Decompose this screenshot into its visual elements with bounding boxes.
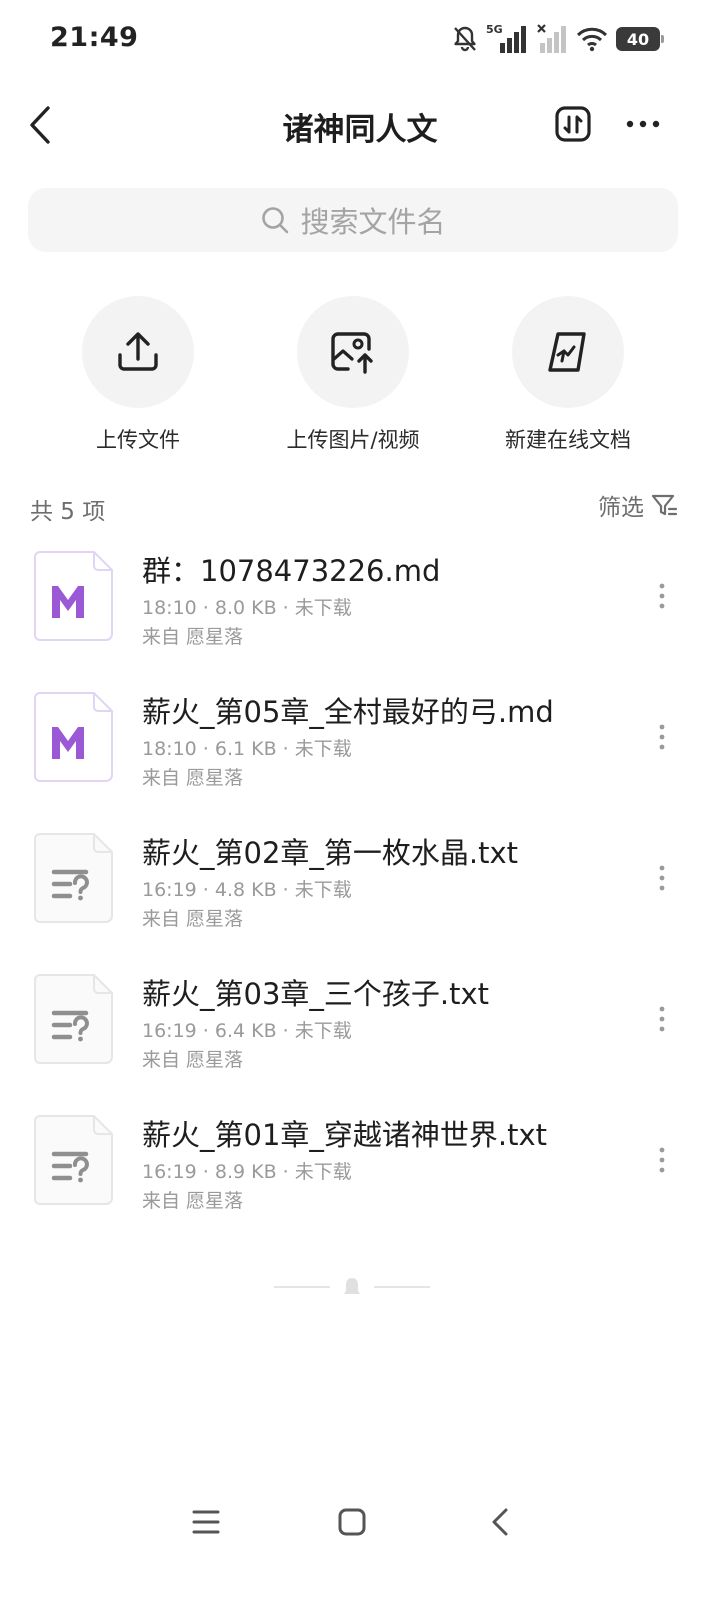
- filter-button[interactable]: 筛选: [598, 488, 678, 522]
- wifi-icon: [576, 27, 608, 52]
- signal-5g-icon: 5G: [486, 23, 526, 53]
- nav-back-button[interactable]: [480, 1502, 520, 1542]
- more-vertical-icon: [659, 865, 665, 891]
- upload-icon: [118, 332, 158, 371]
- more-vertical-icon: [659, 583, 665, 609]
- file-more-button[interactable]: [650, 578, 674, 614]
- file-meta: 16:19 · 4.8 KB · 未下载: [142, 879, 352, 901]
- text-file-icon: [34, 1115, 113, 1205]
- status-icons: 5G 40: [452, 22, 664, 56]
- signal-no-service-icon: [537, 24, 566, 53]
- file-name: 薪火_第01章_穿越诸神世界.txt: [142, 1118, 548, 1152]
- file-row[interactable]: 薪火_第02章_第一枚水晶.txt 16:19 · 4.8 KB · 未下载 来…: [0, 822, 720, 963]
- filter-icon: [651, 494, 678, 516]
- file-source: 来自 愿星落: [142, 626, 244, 648]
- file-meta: 16:19 · 6.4 KB · 未下载: [142, 1020, 352, 1042]
- page-title: 诸神同人文: [282, 112, 438, 148]
- status-time: 21:49: [50, 22, 139, 53]
- system-nav-bar: [0, 1490, 720, 1554]
- file-row[interactable]: 薪火_第05章_全村最好的弓.md 18:10 · 6.1 KB · 未下载 来…: [0, 681, 720, 822]
- bell-muted-icon: [454, 26, 476, 52]
- search-input[interactable]: 搜索文件名: [28, 188, 678, 252]
- nav-home-button[interactable]: [332, 1502, 372, 1542]
- file-more-button[interactable]: [650, 1001, 674, 1037]
- sort-icon: [555, 106, 591, 142]
- nav-back-icon: [492, 1508, 508, 1536]
- file-name: 薪火_第05章_全村最好的弓.md: [142, 695, 554, 729]
- file-row[interactable]: 群：1078473226.md 18:10 · 8.0 KB · 未下载 来自 …: [0, 540, 720, 681]
- list-header: 共 5 项 筛选: [30, 488, 678, 525]
- home-square-icon: [338, 1508, 366, 1536]
- file-name: 群：1078473226.md: [142, 554, 441, 588]
- file-list: 群：1078473226.md 18:10 · 8.0 KB · 未下载 来自 …: [0, 540, 720, 1245]
- text-file-icon: [34, 833, 113, 923]
- file-name: 薪火_第03章_三个孩子.txt: [142, 977, 490, 1011]
- file-count: 共 5 项: [30, 499, 106, 525]
- file-meta: 18:10 · 8.0 KB · 未下载: [142, 597, 352, 619]
- file-meta: 18:10 · 6.1 KB · 未下载: [142, 738, 352, 760]
- search-placeholder: 搜索文件名: [300, 205, 446, 239]
- search-icon: [262, 207, 289, 234]
- file-source: 来自 愿星落: [142, 1190, 244, 1212]
- file-row[interactable]: 薪火_第03章_三个孩子.txt 16:19 · 6.4 KB · 未下载 来自…: [0, 963, 720, 1104]
- file-source: 来自 愿星落: [142, 767, 244, 789]
- battery-level: 40: [626, 29, 650, 49]
- battery-indicator: 40: [616, 27, 664, 51]
- markdown-file-icon: [34, 692, 113, 782]
- menu-icon: [192, 1510, 220, 1534]
- file-meta: 16:19 · 8.9 KB · 未下载: [142, 1161, 352, 1183]
- file-row[interactable]: 薪火_第01章_穿越诸神世界.txt 16:19 · 8.9 KB · 未下载 …: [0, 1104, 720, 1245]
- more-vertical-icon: [659, 1147, 665, 1173]
- nav-menu-button[interactable]: [186, 1502, 226, 1542]
- filter-label: 筛选: [598, 495, 644, 521]
- new-doc-icon: [548, 332, 586, 372]
- text-file-icon: [34, 974, 113, 1064]
- image-upload-icon: [331, 332, 373, 374]
- upload-file-label: 上传文件: [96, 428, 180, 452]
- file-more-button[interactable]: [650, 1142, 674, 1178]
- markdown-file-icon: [34, 551, 113, 641]
- file-source: 来自 愿星落: [142, 1049, 244, 1071]
- upload-file-button[interactable]: 上传文件: [38, 296, 238, 454]
- file-source: 来自 愿星落: [142, 908, 244, 930]
- chevron-left-icon: [30, 106, 50, 144]
- back-button[interactable]: [20, 102, 60, 148]
- network-label: 5G: [486, 23, 503, 36]
- new-online-doc-button[interactable]: 新建在线文档: [468, 296, 668, 454]
- more-vertical-icon: [659, 724, 665, 750]
- file-name: 薪火_第02章_第一枚水晶.txt: [142, 836, 519, 870]
- status-bar: 21:49 5G 40: [0, 0, 720, 78]
- more-options-button[interactable]: [620, 105, 666, 143]
- quick-actions: 上传文件 上传图片/视频 新建在线文档: [0, 296, 720, 456]
- upload-media-button[interactable]: 上传图片/视频: [253, 296, 453, 454]
- file-more-button[interactable]: [650, 719, 674, 755]
- upload-file-circle: [82, 296, 194, 408]
- upload-media-label: 上传图片/视频: [286, 428, 420, 452]
- sort-button[interactable]: [554, 105, 592, 143]
- file-more-button[interactable]: [650, 860, 674, 896]
- app-header: 诸神同人文: [0, 90, 720, 160]
- more-horizontal-icon: [626, 120, 660, 128]
- more-vertical-icon: [659, 1006, 665, 1032]
- upload-media-circle: [297, 296, 409, 408]
- new-online-doc-circle: [512, 296, 624, 408]
- new-online-doc-label: 新建在线文档: [505, 428, 631, 452]
- end-of-list-divider: [274, 1278, 430, 1294]
